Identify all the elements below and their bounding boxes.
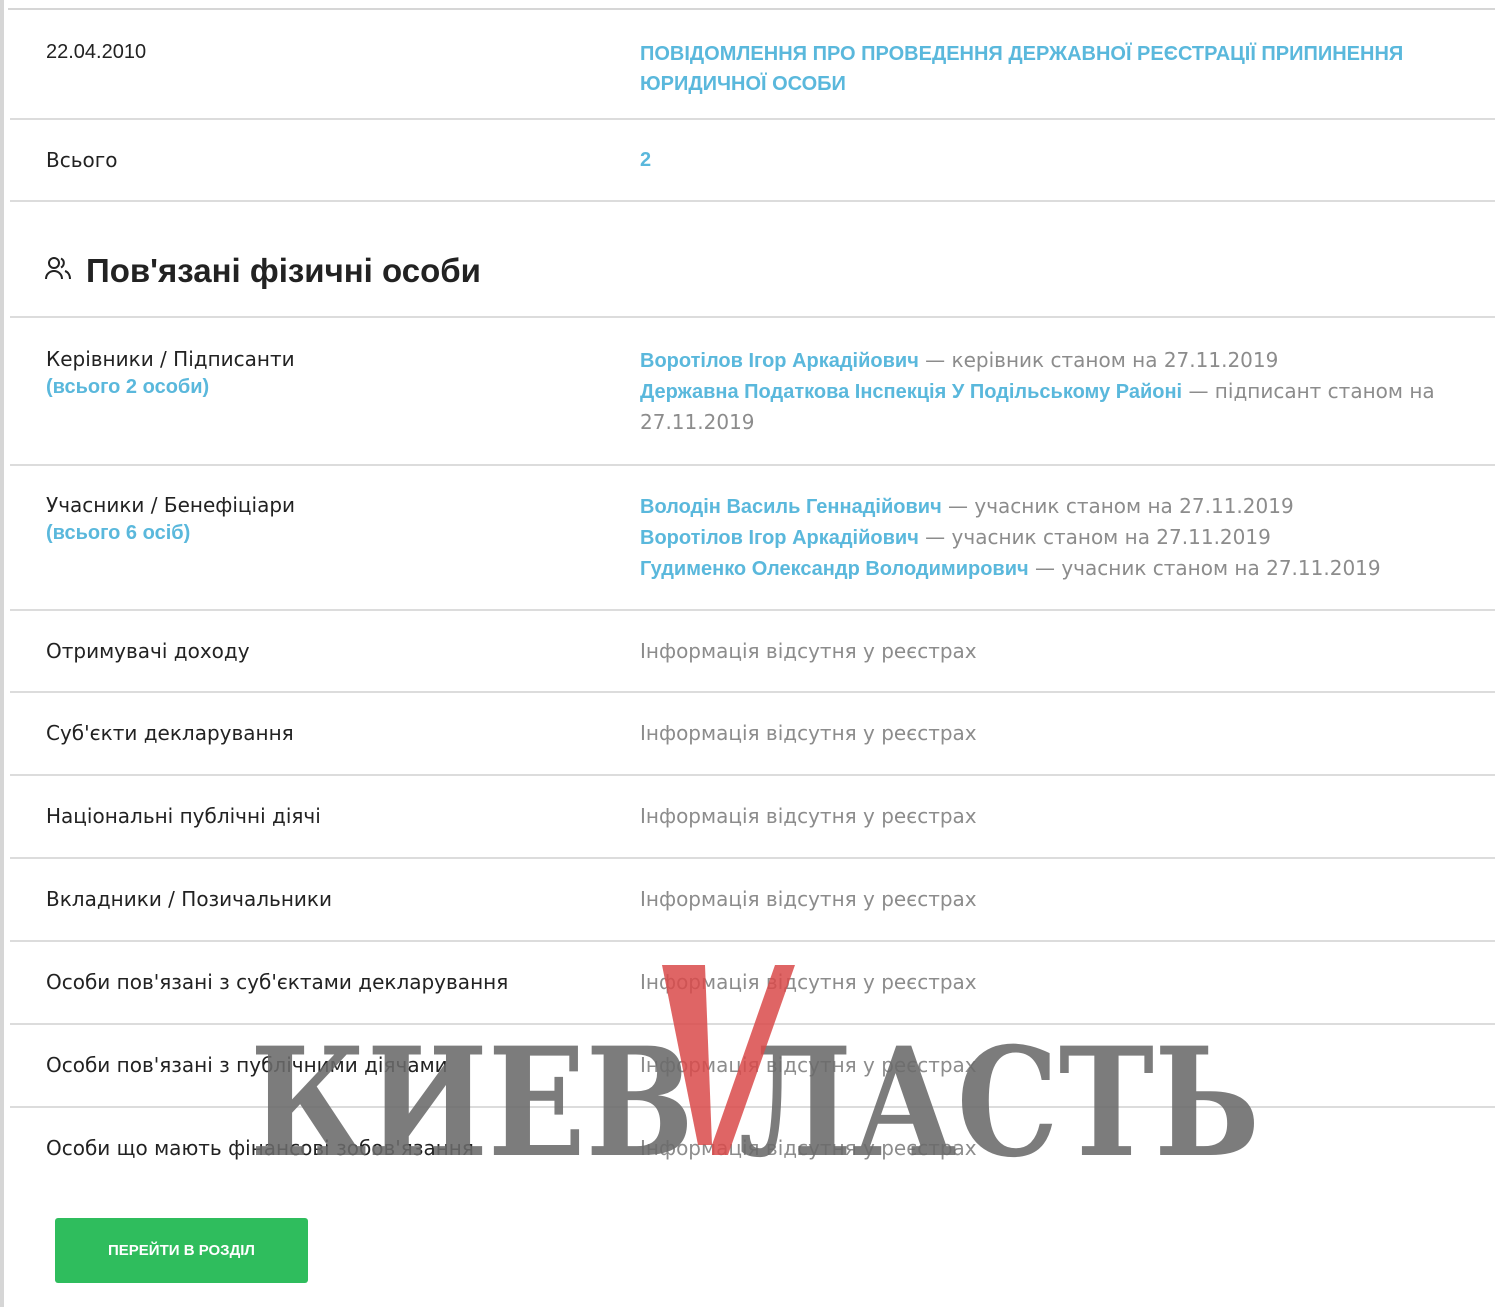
participant-name-link[interactable]: Володін Василь Геннадійович xyxy=(640,496,942,518)
total-value[interactable]: 2 xyxy=(640,145,1470,175)
manager-role: — керівник станом на 27.11.2019 xyxy=(918,348,1279,372)
no-info-text: Інформація відсутня у реєстрах xyxy=(640,1053,977,1077)
managers-row: Керівники / Підписанти (всього 2 особи) … xyxy=(10,318,1495,466)
income-recipients-label: Отримувачі доходу xyxy=(46,639,250,663)
signer-name-link[interactable]: Державна Податкова Інспекція У Подільськ… xyxy=(640,381,1182,403)
participant-role: — учасник станом на 27.11.2019 xyxy=(1028,556,1381,580)
depositors-label: Вкладники / Позичальники xyxy=(46,887,332,911)
participant-role: — учасник станом на 27.11.2019 xyxy=(918,525,1271,549)
no-info-text: Інформація відсутня у реєстрах xyxy=(640,721,977,745)
declaration-subjects-row: Суб'єкти декларування Інформація відсутн… xyxy=(10,693,1495,776)
section-title: Пов'язані фізичні особи xyxy=(86,252,481,289)
participant-name-link[interactable]: Воротілов Ігор Аркадійович xyxy=(640,527,919,549)
participants-count-link[interactable]: (всього 6 осіб) xyxy=(46,520,295,546)
no-info-text: Інформація відсутня у реєстрах xyxy=(640,804,977,828)
income-recipients-row: Отримувачі доходу Інформація відсутня у … xyxy=(10,611,1495,693)
financial-obligations-label: Особи що мають фінансові зобов'язання xyxy=(46,1136,474,1160)
manager-name-link[interactable]: Воротілов Ігор Аркадійович xyxy=(640,350,919,372)
list-item: Воротілов Ігор Аркадійович — керівник ст… xyxy=(640,345,1470,376)
managers-list: Воротілов Ігор Аркадійович — керівник ст… xyxy=(640,345,1470,437)
related-public-figures-label: Особи пов'язані з публічними діячами xyxy=(46,1053,448,1077)
go-to-section-button[interactable]: ПЕРЕЙТИ В РОЗДІЛ xyxy=(55,1218,308,1283)
section-header: Пов'язані фізичні особи xyxy=(44,246,481,296)
total-row: Всього 2 xyxy=(10,120,1495,202)
participants-label-block: Учасники / Бенефіціари (всього 6 осіб) xyxy=(46,490,295,546)
depositors-row: Вкладники / Позичальники Інформація відс… xyxy=(10,859,1495,942)
registration-notice-wrap: ПОВІДОМЛЕННЯ ПРО ПРОВЕДЕННЯ ДЕРЖАВНОЇ РЕ… xyxy=(640,38,1470,98)
managers-label-block: Керівники / Підписанти (всього 2 особи) xyxy=(46,344,295,400)
declaration-subjects-label: Суб'єкти декларування xyxy=(46,721,294,745)
managers-count-link[interactable]: (всього 2 особи) xyxy=(46,374,295,400)
registration-date: 22.04.2010 xyxy=(46,41,147,63)
list-item: Державна Податкова Інспекція У Подільськ… xyxy=(640,376,1470,437)
registration-notice-link[interactable]: ПОВІДОМЛЕННЯ ПРО ПРОВЕДЕННЯ ДЕРЖАВНОЇ РЕ… xyxy=(640,43,1403,95)
no-info-text: Інформація відсутня у реєстрах xyxy=(640,970,977,994)
list-item: Гудименко Олександр Володимирович — учас… xyxy=(640,553,1490,584)
participants-list: Володін Василь Геннадійович — учасник ст… xyxy=(640,491,1490,584)
financial-obligations-row: Особи що мають фінансові зобов'язання Ін… xyxy=(10,1108,1495,1188)
participant-name-link[interactable]: Гудименко Олександр Володимирович xyxy=(640,558,1029,580)
people-icon xyxy=(44,252,72,290)
list-item: Воротілов Ігор Аркадійович — учасник ста… xyxy=(640,522,1490,553)
no-info-text: Інформація відсутня у реєстрах xyxy=(640,887,977,911)
related-declarants-row: Особи пов'язані з суб'єктами декларуванн… xyxy=(10,942,1495,1025)
no-info-text: Інформація відсутня у реєстрах xyxy=(640,1136,977,1160)
related-declarants-label: Особи пов'язані з суб'єктами декларуванн… xyxy=(46,970,509,994)
related-public-figures-row: Особи пов'язані з публічними діячами Інф… xyxy=(10,1025,1495,1108)
participants-row: Учасники / Бенефіціари (всього 6 осіб) В… xyxy=(10,466,1495,611)
participant-role: — учасник станом на 27.11.2019 xyxy=(941,494,1294,518)
public-figures-label: Національні публічні діячі xyxy=(46,804,321,828)
public-figures-row: Національні публічні діячі Інформація ві… xyxy=(10,776,1495,859)
registration-row: 22.04.2010 ПОВІДОМЛЕННЯ ПРО ПРОВЕДЕННЯ Д… xyxy=(10,10,1495,120)
participants-label: Учасники / Бенефіціари xyxy=(46,493,296,517)
total-label: Всього xyxy=(46,148,118,172)
no-info-text: Інформація відсутня у реєстрах xyxy=(640,639,977,663)
list-item: Володін Василь Геннадійович — учасник ст… xyxy=(640,491,1490,522)
managers-label: Керівники / Підписанти xyxy=(46,347,295,371)
